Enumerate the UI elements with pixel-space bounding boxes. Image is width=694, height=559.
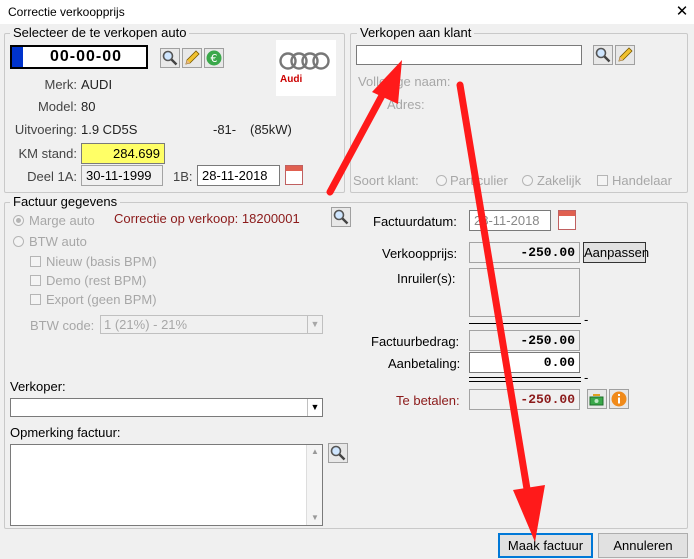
factuurbedrag-field: -250.00 — [469, 330, 580, 351]
search-icon — [333, 209, 349, 225]
btw-auto-radio[interactable] — [13, 236, 24, 247]
aanpassen-button[interactable]: Aanpassen — [583, 242, 649, 263]
svg-text:€: € — [211, 52, 218, 65]
export-checkbox[interactable] — [30, 294, 41, 305]
customer-search-input[interactable] — [356, 45, 582, 65]
money-icon — [589, 394, 604, 406]
total-line-2 — [469, 381, 581, 382]
search-icon — [330, 445, 346, 461]
deel1a-field: 30-11-1999 — [81, 165, 163, 186]
zakelijk-radio[interactable] — [522, 175, 533, 186]
inruiler-minus-sign: - — [584, 312, 589, 327]
merk-value: AUDI — [81, 77, 113, 92]
deel1a-label: Deel 1A: — [27, 169, 77, 184]
volledige-naam-label: Volledige naam: — [358, 74, 451, 89]
handelaar-checkbox[interactable] — [597, 175, 608, 186]
annuleren-button[interactable]: Annuleren — [598, 533, 688, 558]
model-value: 80 — [81, 99, 96, 114]
demo-label: Demo (rest BPM) — [46, 273, 147, 288]
customer-edit-button[interactable] — [615, 45, 635, 65]
aanbetaling-label: Aanbetaling: — [388, 356, 461, 371]
deel1b-calendar-button[interactable] — [285, 165, 303, 185]
audi-logo: Audi — [276, 40, 336, 96]
export-label: Export (geen BPM) — [46, 292, 157, 307]
btw-code-select[interactable]: 1 (21%) - 21% ▼ — [100, 315, 323, 334]
factuurdatum-label: Factuurdatum: — [373, 214, 457, 229]
soort-klant-label: Soort klant: — [353, 173, 419, 188]
btw-code-label: BTW code: — [30, 318, 95, 333]
inruiler-sum-line — [469, 323, 581, 324]
deel1b-field[interactable]: 28-11-2018 — [197, 165, 280, 186]
te-betalen-field: -250.00 — [469, 389, 580, 410]
correctie-search-button[interactable] — [331, 207, 351, 227]
uitvoering-value: 1.9 CD5S — [81, 122, 138, 137]
handelaar-label: Handelaar — [612, 173, 672, 188]
marge-auto-radio[interactable] — [13, 215, 24, 226]
model-label: Model: — [37, 99, 77, 114]
particulier-label: Particulier — [450, 173, 508, 188]
search-icon — [595, 47, 611, 63]
customer-group-legend: Verkopen aan klant — [357, 25, 475, 41]
inruiler-list[interactable] — [469, 268, 580, 317]
scroll-up-icon: ▲ — [311, 447, 319, 456]
adres-label: Adres: — [387, 97, 425, 112]
marge-auto-label: Marge auto — [29, 213, 95, 228]
customer-search-button[interactable] — [593, 45, 613, 65]
verkoopprijs-label: Verkoopprijs: — [382, 246, 458, 261]
particulier-radio[interactable] — [436, 175, 447, 186]
uitvoering-power: (85kW) — [250, 122, 292, 137]
maak-factuur-button[interactable]: Maak factuur — [498, 533, 593, 558]
payment-button[interactable] — [587, 389, 607, 409]
invoice-group-legend: Factuur gegevens — [10, 194, 121, 210]
plate-country-strip — [12, 47, 23, 67]
zakelijk-label: Zakelijk — [537, 173, 582, 188]
search-icon — [162, 50, 178, 66]
deel1b-label: 1B: — [173, 169, 193, 184]
verkoopprijs-field: -250.00 — [469, 242, 580, 263]
audi-logo-text: Audi — [280, 74, 303, 85]
license-plate-input[interactable]: 00-00-00 — [10, 45, 148, 69]
aanbetaling-minus-sign: - — [584, 370, 589, 385]
opmerking-scrollbar[interactable]: ▲ ▼ — [306, 445, 322, 525]
correctie-text: Correctie op verkoop: 18200001 — [114, 211, 300, 226]
chevron-down-icon: ▼ — [307, 399, 322, 416]
scroll-down-icon: ▼ — [311, 513, 319, 522]
nieuw-checkbox[interactable] — [30, 256, 41, 267]
vehicle-search-button[interactable] — [160, 48, 180, 68]
close-button[interactable]: ✕ — [672, 2, 692, 22]
opmerking-label: Opmerking factuur: — [10, 425, 121, 440]
opmerking-textarea[interactable]: ▲ ▼ — [10, 444, 323, 526]
te-betalen-label: Te betalen: — [396, 393, 460, 408]
opmerking-search-button[interactable] — [328, 443, 348, 463]
aanbetaling-field[interactable]: 0.00 — [469, 352, 580, 373]
factuurbedrag-label: Factuurbedrag: — [371, 334, 460, 349]
vehicle-edit-button[interactable] — [182, 48, 202, 68]
verkoper-select[interactable]: ▼ — [10, 398, 323, 417]
merk-label: Merk: — [44, 77, 78, 92]
btw-auto-label: BTW auto — [29, 234, 87, 249]
verkoper-label: Verkoper: — [10, 379, 66, 394]
km-stand-label: KM stand: — [18, 146, 77, 161]
nieuw-label: Nieuw (basis BPM) — [46, 254, 157, 269]
btw-code-value: 1 (21%) - 21% — [104, 317, 188, 332]
vehicle-euro-button[interactable]: € — [204, 48, 224, 68]
total-line-1 — [469, 377, 581, 378]
info-icon — [611, 391, 627, 407]
uitvoering-code: -81- — [213, 122, 237, 137]
pencil-icon — [618, 47, 633, 62]
pencil-icon — [185, 50, 200, 65]
factuurdatum-field[interactable]: 28-11-2018 — [469, 210, 551, 231]
info-button[interactable] — [609, 389, 629, 409]
chevron-down-icon: ▼ — [307, 316, 322, 333]
inruiler-label: Inruiler(s): — [397, 271, 456, 286]
window-title: Correctie verkoopprijs — [8, 5, 125, 19]
demo-checkbox[interactable] — [30, 275, 41, 286]
euro-icon: € — [206, 50, 222, 66]
km-stand-field[interactable]: 284.699 — [81, 143, 165, 164]
vehicle-group-legend: Selecteer de te verkopen auto — [10, 25, 190, 41]
plate-value: 00-00-00 — [49, 48, 123, 65]
factuurdatum-calendar-button[interactable] — [558, 210, 576, 230]
uitvoering-label: Uitvoering: — [14, 122, 77, 137]
